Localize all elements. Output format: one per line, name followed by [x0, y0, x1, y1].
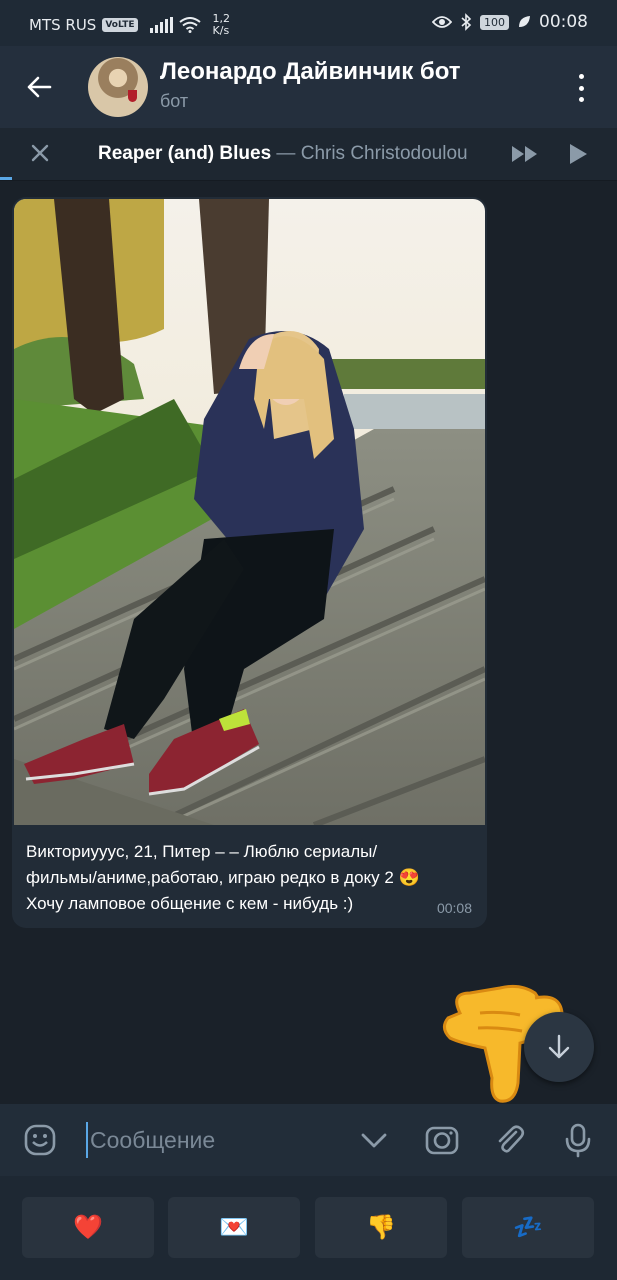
chat-header: Леонардо Дайвинчик бот бот — [0, 46, 617, 128]
track-title: Reaper (and) Blues — [98, 143, 272, 164]
chat-title[interactable]: Леонардо Дайвинчик бот — [160, 58, 461, 86]
chat-subtitle: бот — [160, 91, 189, 111]
message-photo[interactable] — [14, 199, 485, 825]
music-player-bar[interactable]: Reaper (and) Blues — Chris Christodoulou — [0, 128, 617, 181]
message-text: Викториуууc, 21, Питер – – Люблю сериалы… — [26, 839, 476, 917]
message-text-line2: фильмы/аниме,работаю, играю редко в доку… — [26, 868, 420, 887]
fast-forward-icon[interactable] — [510, 144, 540, 164]
chevron-down-icon[interactable] — [356, 1122, 392, 1158]
arrow-down-icon — [548, 1034, 570, 1059]
play-icon[interactable] — [567, 142, 589, 166]
leaf-icon — [519, 16, 530, 27]
battery-indicator: 100 — [480, 14, 509, 30]
bot-keyboard: ❤️ 💌 👎 💤 — [0, 1176, 617, 1280]
status-bar: MTS RUS VoLTE 1,2 K/s 100 00:08 — [0, 0, 617, 46]
avatar[interactable] — [88, 57, 148, 117]
message-bubble[interactable]: Викториуууc, 21, Питер – – Люблю сериалы… — [12, 197, 487, 928]
sticker-icon[interactable] — [22, 1122, 58, 1158]
keyboard-button-sleep[interactable]: 💤 — [462, 1197, 594, 1258]
clock: 00:08 — [539, 12, 588, 32]
playback-progress — [0, 177, 12, 180]
now-playing[interactable]: Reaper (and) Blues — Chris Christodoulou — [98, 143, 500, 165]
message-text-line3: Хочу ламповое общение с кем - нибудь :) — [26, 894, 354, 913]
arrow-left-icon[interactable] — [24, 72, 54, 102]
message-input[interactable] — [86, 1122, 350, 1158]
volte-badge: VoLTE — [102, 18, 138, 32]
network-speed: 1,2 K/s — [213, 13, 231, 37]
scroll-down-button[interactable] — [524, 1012, 594, 1082]
more-vertical-icon[interactable] — [571, 74, 591, 102]
wine-glass-icon — [128, 90, 137, 102]
keyboard-button-dislike[interactable]: 👎 — [315, 1197, 447, 1258]
photo-image — [14, 199, 485, 825]
eye-icon — [432, 16, 452, 28]
keyboard-button-heart[interactable]: ❤️ — [22, 1197, 154, 1258]
track-separator: — — [271, 143, 301, 164]
carrier-name: MTS RUS — [29, 16, 97, 34]
wifi-icon — [178, 17, 201, 33]
message-text-line1: Викториуууc, 21, Питер – – Люблю сериалы… — [26, 842, 378, 861]
track-artist: Chris Christodoulou — [300, 143, 468, 164]
close-icon[interactable] — [29, 142, 51, 164]
speed-unit: K/s — [212, 24, 230, 37]
signal-icon — [149, 17, 173, 33]
keyboard-button-love-letter[interactable]: 💌 — [168, 1197, 300, 1258]
bluetooth-icon — [461, 13, 472, 31]
message-time: 00:08 — [436, 900, 472, 916]
camera-icon[interactable] — [424, 1122, 460, 1158]
message-composer — [0, 1104, 617, 1176]
paperclip-icon[interactable] — [492, 1122, 528, 1158]
microphone-icon[interactable] — [560, 1122, 596, 1158]
